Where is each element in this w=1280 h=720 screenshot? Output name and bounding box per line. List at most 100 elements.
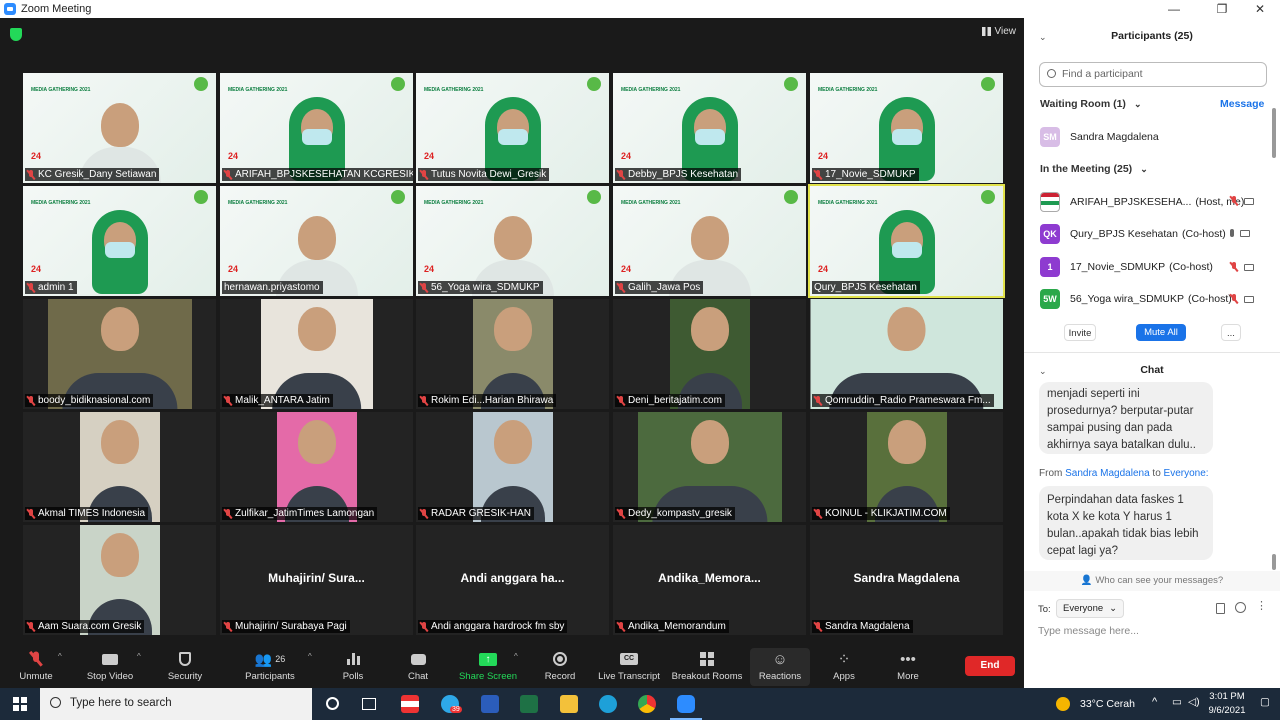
- show-hidden-icons-chevron-icon[interactable]: ^: [1152, 696, 1157, 708]
- zoom-taskbar-icon[interactable]: [677, 695, 695, 713]
- recipient-dropdown[interactable]: Everyone ⌄: [1056, 599, 1125, 618]
- clock-time[interactable]: 3:01 PM: [1208, 691, 1246, 702]
- participant-search-input[interactable]: Find a participant: [1039, 62, 1267, 87]
- apps-button[interactable]: ⁘ Apps: [814, 650, 874, 682]
- notifications-icon[interactable]: ▢: [1260, 696, 1270, 708]
- word-icon[interactable]: [481, 695, 499, 713]
- video-tile[interactable]: MEDIA GATHERING 2021 24 KC Gresik_Dany Set…: [23, 73, 216, 183]
- sender-name[interactable]: Sandra Magdalena: [1065, 468, 1150, 479]
- participants-caret-icon[interactable]: ^: [308, 652, 312, 661]
- participant-name-tag: Rokim Edi...Harian Bhirawa: [418, 394, 557, 407]
- security-button[interactable]: Security: [155, 650, 215, 682]
- video-tile[interactable]: Rokim Edi...Harian Bhirawa: [416, 299, 609, 409]
- video-tile[interactable]: MEDIA GATHERING 2021 24 hernawan.priyastom…: [220, 186, 413, 296]
- speaker-icon[interactable]: ◁): [1188, 696, 1200, 708]
- chat-scrollbar[interactable]: [1272, 554, 1276, 570]
- slide-badge: 24: [228, 151, 239, 161]
- slide-title: MEDIA GATHERING 2021: [818, 87, 878, 93]
- unmute-button[interactable]: Unmute: [6, 650, 66, 682]
- video-tile[interactable]: Andika_Memora... Andika_Memorandum: [613, 525, 806, 635]
- more-button[interactable]: ••• More: [878, 650, 938, 683]
- mute-all-button[interactable]: Mute All: [1136, 324, 1186, 341]
- participants-scrollbar[interactable]: [1272, 108, 1276, 158]
- video-tile[interactable]: Qomruddin_Radio Prameswara Fm...: [810, 299, 1003, 409]
- participant-row[interactable]: ARIFAH_BPJSKESEHA... (Host, me): [1040, 192, 1244, 212]
- live-transcript-button[interactable]: CC Live Transcript: [594, 650, 664, 682]
- video-tile[interactable]: MEDIA GATHERING 2021 24 Debby_BPJS Kesehat…: [613, 73, 806, 183]
- edge-icon[interactable]: [599, 695, 617, 713]
- video-tile[interactable]: MEDIA GATHERING 2021 24 Galih_Jawa Pos: [613, 186, 806, 296]
- task-view-icon[interactable]: [362, 698, 376, 710]
- video-tile[interactable]: Dedy_kompastv_gresik: [613, 412, 806, 522]
- participant-row[interactable]: 5W 56_Yoga wira_SDMUKP (Co-host): [1040, 289, 1232, 309]
- excel-icon[interactable]: [520, 695, 538, 713]
- maximize-button[interactable]: ❐: [1206, 0, 1238, 18]
- minimize-button[interactable]: —: [1158, 0, 1190, 18]
- breakout-rooms-button[interactable]: Breakout Rooms: [670, 650, 744, 682]
- video-tile[interactable]: MEDIA GATHERING 2021 24 Tutus Novita Dewi_…: [416, 73, 609, 183]
- video-tile[interactable]: Deni_beritajatim.com: [613, 299, 806, 409]
- file-icon[interactable]: [1216, 603, 1225, 614]
- audio-options-caret-icon[interactable]: ^: [58, 652, 62, 661]
- reactions-button[interactable]: ☺ Reactions: [750, 648, 810, 686]
- divider: [1024, 352, 1280, 353]
- chrome-browser-icon[interactable]: [638, 695, 656, 713]
- participant-camera: [79, 412, 160, 522]
- participant-name: Andika_Memorandum: [628, 621, 726, 632]
- file-explorer-icon[interactable]: [560, 695, 578, 713]
- video-tile[interactable]: Andi anggara ha... Andi anggara hardrock …: [416, 525, 609, 635]
- record-button[interactable]: Record: [530, 650, 590, 682]
- end-meeting-button[interactable]: End: [965, 656, 1015, 676]
- flag-app-icon[interactable]: [401, 695, 419, 713]
- polls-button[interactable]: Polls: [323, 650, 383, 682]
- participants-button[interactable]: 👥 26 Participants: [240, 650, 300, 683]
- video-tile[interactable]: MEDIA GATHERING 2021 24 ARIFAH_BPJSKESEHAT…: [220, 73, 413, 183]
- bpjs-logo-icon: [194, 190, 208, 204]
- close-button[interactable]: ✕: [1244, 0, 1276, 18]
- video-options-caret-icon[interactable]: ^: [137, 652, 141, 661]
- video-tile[interactable]: MEDIA GATHERING 2021 24 Qury_BPJS Kesehata…: [808, 184, 1005, 298]
- participant-row[interactable]: 1 17_Novie_SDMUKP (Co-host): [1040, 257, 1213, 277]
- waiting-participant-row[interactable]: SM Sandra Magdalena: [1040, 127, 1159, 147]
- who-can-see-link[interactable]: 👤 Who can see your messages?: [1024, 571, 1280, 591]
- clock-date[interactable]: 9/6/2021: [1203, 705, 1251, 716]
- video-tile[interactable]: RADAR GRESIK-HAN: [416, 412, 609, 522]
- more-vertical-icon[interactable]: ⋮: [1256, 599, 1267, 612]
- view-button[interactable]: View: [981, 26, 1016, 37]
- camera-icon: [1244, 263, 1254, 271]
- live-transcript-label: Live Transcript: [598, 671, 660, 682]
- emoji-icon[interactable]: [1235, 602, 1246, 613]
- video-tile[interactable]: MEDIA GATHERING 2021 24 17_Novie_SDMUKP: [810, 73, 1003, 183]
- video-tile[interactable]: Zulfikar_JatimTimes Lamongan: [220, 412, 413, 522]
- in-meeting-header[interactable]: In the Meeting (25) ⌄: [1040, 163, 1148, 175]
- chat-button[interactable]: Chat: [388, 650, 448, 682]
- video-tile[interactable]: MEDIA GATHERING 2021 24 admin 1: [23, 186, 216, 296]
- participant-name: Galih_Jawa Pos: [628, 282, 701, 293]
- video-tile[interactable]: MEDIA GATHERING 2021 24 56_Yoga wira_SDMUK…: [416, 186, 609, 296]
- more-options-button[interactable]: ...: [1221, 324, 1241, 341]
- cortana-icon[interactable]: [326, 697, 339, 710]
- stop-video-button[interactable]: Stop Video: [80, 650, 140, 682]
- message-waiting-button[interactable]: Message: [1220, 98, 1264, 110]
- recipient-value: Everyone: [1063, 603, 1104, 614]
- chat-message-input[interactable]: Type message here...: [1038, 625, 1139, 637]
- share-screen-button[interactable]: ↑ Share Screen: [455, 650, 521, 682]
- video-tile[interactable]: KOINUL - KLIKJATIM.COM: [810, 412, 1003, 522]
- video-tile[interactable]: Aam Suara.com Gresik: [23, 525, 216, 635]
- video-tile[interactable]: boody_bidiknasional.com: [23, 299, 216, 409]
- weather-label[interactable]: 33°C Cerah: [1080, 698, 1135, 710]
- windows-start-icon[interactable]: [13, 697, 27, 711]
- video-tile[interactable]: Muhajirin/ Sura... Muhajirin/ Surabaya Pa…: [220, 525, 413, 635]
- security-shield-icon[interactable]: [10, 28, 22, 41]
- video-tile[interactable]: Sandra Magdalena Sandra Magdalena: [810, 525, 1003, 635]
- video-tile[interactable]: Akmal TIMES Indonesia: [23, 412, 216, 522]
- video-tile[interactable]: Malik_ANTARA Jatim: [220, 299, 413, 409]
- waiting-room-header[interactable]: Waiting Room (1) ⌄: [1040, 98, 1141, 110]
- share-options-caret-icon[interactable]: ^: [514, 652, 518, 661]
- participant-row[interactable]: QK Qury_BPJS Kesehatan (Co-host): [1040, 224, 1226, 244]
- network-icon[interactable]: ▭: [1172, 696, 1182, 708]
- zoom-app-icon: [4, 3, 16, 15]
- taskbar-search-input[interactable]: Type here to search: [40, 688, 312, 720]
- invite-button[interactable]: Invite: [1064, 324, 1096, 341]
- mic-muted-icon: [27, 282, 35, 293]
